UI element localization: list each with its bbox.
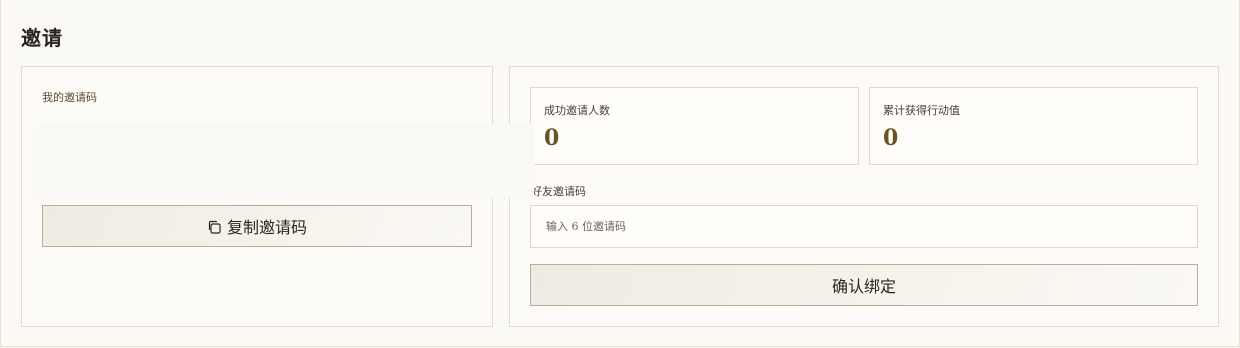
stat-successful-invites: 成功邀请人数 0 [530, 87, 859, 165]
friend-code-label: 好友邀请码 [531, 185, 586, 198]
copy-invite-code-button[interactable]: 复制邀请码 [42, 205, 472, 247]
confirm-bind-button[interactable]: 确认绑定 [530, 264, 1198, 306]
stat-value: 0 [544, 125, 560, 151]
invite-code-label: 我的邀请码 [42, 91, 97, 104]
stat-value: 0 [883, 125, 899, 151]
friend-code-input[interactable] [530, 205, 1198, 248]
confirm-button-label: 确认绑定 [831, 277, 896, 296]
invite-code-display [34, 124, 534, 198]
page-title: 邀请 [21, 26, 63, 50]
stat-total-action-points: 累计获得行动值 0 [869, 87, 1198, 165]
copy-button-label: 复制邀请码 [226, 218, 307, 237]
stat-label: 成功邀请人数 [544, 104, 610, 117]
copy-icon [207, 219, 221, 234]
stat-label: 累计获得行动值 [883, 104, 960, 117]
